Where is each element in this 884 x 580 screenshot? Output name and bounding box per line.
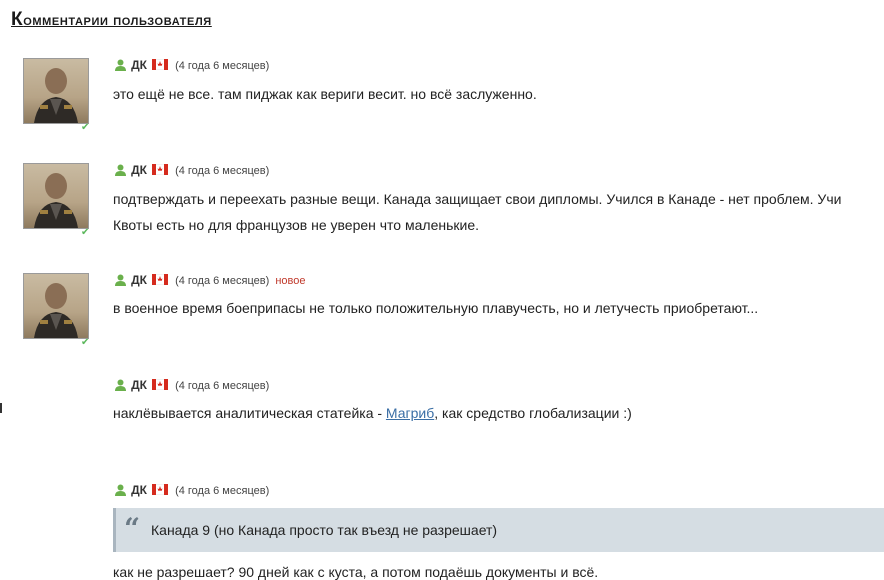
quote-mark-icon: “: [124, 512, 141, 545]
canada-flag-icon: [152, 379, 168, 390]
quote-text: Канада 9 (но Канада просто так въезд не …: [151, 522, 498, 538]
avatar[interactable]: [23, 163, 89, 229]
comment-meta: ДК (4 года 6 месяцев): [114, 483, 269, 497]
comment-meta: ДК (4 года 6 месяцев) новое: [114, 273, 305, 287]
user-icon: [115, 274, 126, 286]
comment-age: (4 года 6 месяцев): [175, 60, 270, 72]
user-icon: [115, 59, 126, 71]
page-title: Комментарии пользователя: [11, 9, 212, 31]
user-name-link[interactable]: ДК: [131, 273, 147, 287]
page-title-rest: омментарии пользователя: [23, 12, 212, 29]
user-icon: [115, 164, 126, 176]
avatar[interactable]: [23, 58, 89, 124]
user-name-link[interactable]: ДК: [131, 483, 147, 497]
comment-meta: ДК (4 года 6 месяцев): [114, 58, 269, 72]
canada-flag-icon: [152, 484, 168, 495]
check-icon: ✔: [81, 337, 90, 348]
user-name-link[interactable]: ДК: [131, 163, 147, 177]
user-icon: [115, 484, 126, 496]
avatar[interactable]: [23, 273, 89, 339]
comment-age: (4 года 6 месяцев): [175, 275, 270, 287]
user-name-link[interactable]: ДК: [131, 58, 147, 72]
comment-age: (4 года 6 месяцев): [175, 380, 270, 392]
user-icon: [115, 379, 126, 391]
canada-flag-icon: [152, 59, 168, 70]
canada-flag-icon: [152, 164, 168, 175]
comment-text: в военное время боеприпасы не только пол…: [113, 300, 759, 316]
check-icon: ✔: [81, 122, 90, 133]
avatar-container[interactable]: ✔: [23, 163, 89, 238]
magrib-link[interactable]: Магриб: [386, 405, 434, 421]
canada-flag-icon: [152, 274, 168, 285]
comment-text: это ещё не все. там пиджак как вериги ве…: [113, 86, 537, 102]
comment-meta: ДК (4 года 6 месяцев): [114, 378, 269, 392]
comment-text-before-link: наклёвывается аналитическая статейка -: [113, 405, 386, 421]
user-name-link[interactable]: ДК: [131, 378, 147, 392]
comment-text-line: подтверждать и переехать разные вещи. Ка…: [113, 191, 842, 207]
comment-text-after-link: , как средство глобализации :): [434, 405, 632, 421]
avatar-container[interactable]: ✔: [23, 273, 89, 348]
edge-marker: [0, 403, 2, 413]
new-badge: новое: [275, 275, 306, 287]
comment-text-line: Квоты есть но для французов не уверен чт…: [113, 217, 479, 233]
avatar-container[interactable]: ✔: [23, 58, 89, 133]
comment-age: (4 года 6 месяцев): [175, 485, 270, 497]
check-icon: ✔: [81, 227, 90, 238]
comment-meta: ДК (4 года 6 месяцев): [114, 163, 269, 177]
comment-age: (4 года 6 месяцев): [175, 165, 270, 177]
quote-block: “ Канада 9 (но Канада просто так въезд н…: [113, 508, 884, 552]
comment-text: наклёвывается аналитическая статейка - М…: [113, 405, 632, 421]
page-title-initial: К: [11, 9, 24, 30]
